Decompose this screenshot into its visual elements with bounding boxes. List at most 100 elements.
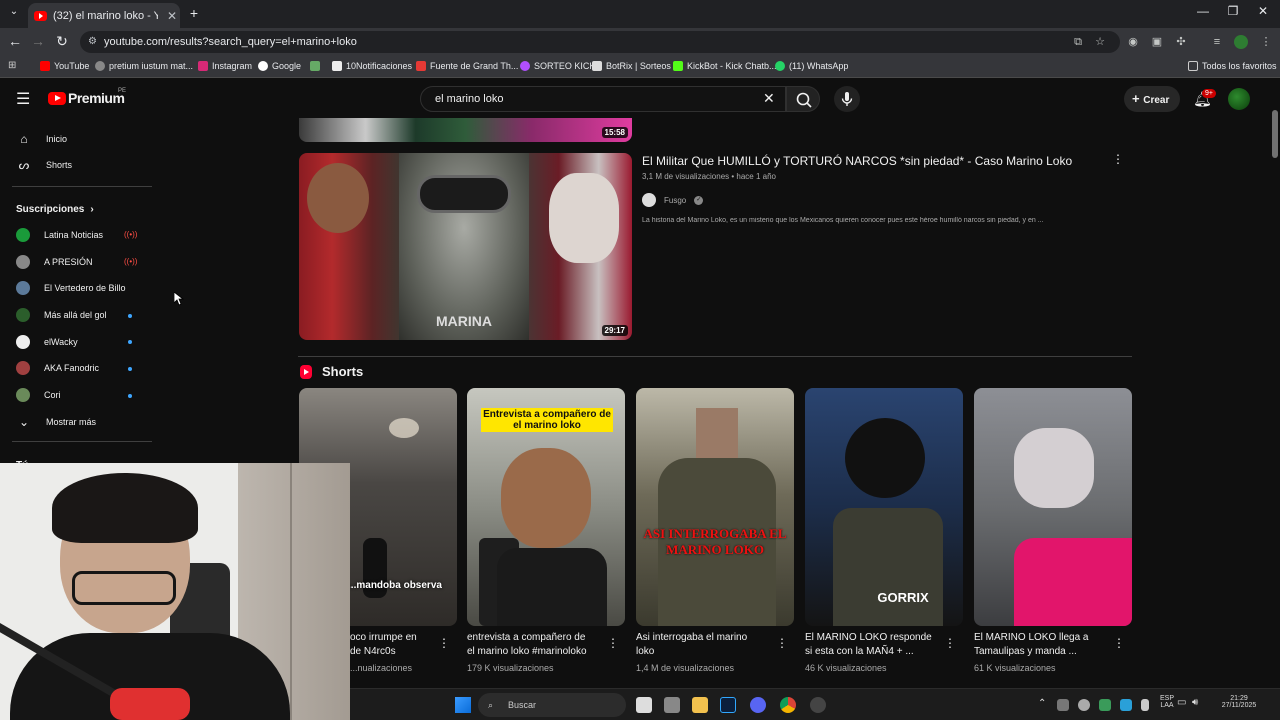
network-icon[interactable]: ▭ <box>1177 697 1186 708</box>
short-title[interactable]: Asi interrogaba el marino loko <box>636 631 786 659</box>
tab-search-button[interactable]: ⌄ <box>6 6 22 22</box>
youtube-premium-logo[interactable]: Premium <box>68 90 125 106</box>
video-menu-icon[interactable]: ⋮ <box>1112 152 1124 166</box>
browser-tab-youtube[interactable]: (32) el marino loko - YouTube ✕ <box>28 3 180 28</box>
subscription-item[interactable]: Cori <box>16 384 146 406</box>
create-button[interactable]: + Crear <box>1124 86 1180 112</box>
bookmark-star-icon[interactable]: ☆ <box>1092 34 1108 50</box>
photoshop-icon[interactable] <box>720 697 736 713</box>
short-thumbnail[interactable] <box>974 388 1132 626</box>
bookmark-generic-icon[interactable] <box>310 61 320 71</box>
windows-start-icon[interactable] <box>455 697 471 713</box>
hamburger-menu-icon[interactable]: ☰ <box>16 89 30 109</box>
close-tab-icon[interactable]: ✕ <box>164 9 180 23</box>
tab-title: (32) el marino loko - YouTube <box>53 9 158 22</box>
chrome-menu-icon[interactable]: ⋮ <box>1258 34 1274 50</box>
reload-icon[interactable]: ↻ <box>52 33 72 50</box>
tray-app-icon[interactable] <box>1120 699 1132 711</box>
install-app-icon[interactable]: ⧉ <box>1070 34 1086 50</box>
subscription-item[interactable]: elWacky <box>16 331 146 353</box>
onedrive-icon[interactable] <box>1078 699 1090 711</box>
short-thumbnail[interactable]: ASI INTERROGABA EL MARINO LOKO <box>636 388 794 626</box>
short-menu-icon[interactable]: ⋮ <box>1113 636 1125 650</box>
chrome-icon[interactable] <box>780 697 796 713</box>
volume-icon[interactable]: 🔊︎ <box>1192 697 1198 708</box>
discord-icon[interactable] <box>750 697 766 713</box>
short-menu-icon[interactable]: ⋮ <box>776 636 788 650</box>
subscription-item[interactable]: Más allá del gol <box>16 304 146 326</box>
subscription-item[interactable]: AKA Fanodric <box>16 357 146 379</box>
video-channel[interactable]: Fusgo ✓ <box>642 193 704 207</box>
site-info-icon[interactable]: ⚙ <box>88 31 97 53</box>
thumbnail-masked-face <box>549 173 619 263</box>
thumbnail-goggles <box>417 175 511 213</box>
restore-button[interactable]: ❐ <box>1218 4 1248 18</box>
clear-search-icon[interactable]: ✕ <box>763 90 775 107</box>
url-text: youtube.com/results?search_query=el+mari… <box>104 36 357 48</box>
bookmark-10notificaciones[interactable]: 10Notificaciones <box>332 61 412 71</box>
new-tab-button[interactable]: + <box>186 5 202 21</box>
shorts-logo-icon <box>300 364 312 379</box>
video-thumbnail-previous[interactable]: 15:58 <box>299 118 632 142</box>
tray-shield-icon[interactable] <box>1099 699 1111 711</box>
bookmark-kickbot[interactable]: KickBot - Kick Chatb... <box>673 61 777 71</box>
file-explorer-icon[interactable] <box>692 697 708 713</box>
subscriptions-header[interactable]: Suscripciones › <box>16 198 146 220</box>
short-menu-icon[interactable]: ⋮ <box>438 636 450 650</box>
short-menu-icon[interactable]: ⋮ <box>944 636 956 650</box>
extension-2-icon[interactable]: ▣ <box>1149 34 1165 50</box>
taskbar-search[interactable]: ⌕ Buscar <box>478 693 626 717</box>
page-scrollbar[interactable] <box>1270 80 1280 688</box>
subscription-item[interactable]: El Vertedero de Billo <box>16 277 146 299</box>
extensions-puzzle-icon[interactable]: ✣ <box>1173 34 1189 50</box>
short-thumbnail[interactable]: GORRIX <box>805 388 963 626</box>
media-controls-icon[interactable]: ≡ <box>1209 34 1225 50</box>
minimize-button[interactable]: — <box>1188 4 1218 18</box>
extension-icon[interactable]: ◉ <box>1125 34 1141 50</box>
search-button[interactable] <box>786 86 820 112</box>
show-more-button[interactable]: ⌄ Mostrar más <box>16 411 146 433</box>
scrollbar-thumb[interactable] <box>1272 110 1278 158</box>
bookmark-whatsapp[interactable]: (11) WhatsApp <box>775 61 848 71</box>
short-title[interactable]: El MARINO LOKO responde si esta con la MA… <box>805 631 955 659</box>
profile-avatar-icon[interactable] <box>1234 35 1248 49</box>
shorts-icon: ᔕ <box>18 158 30 172</box>
short-overlay-text: ASI INTERROGABA EL MARINO LOKO <box>643 526 787 557</box>
search-input[interactable]: el marino loko <box>420 86 786 112</box>
apps-grid-icon[interactable]: ⊞ <box>8 60 16 71</box>
bookmark-youtube[interactable]: YouTube <box>40 61 89 71</box>
short-menu-icon[interactable]: ⋮ <box>607 636 619 650</box>
voice-search-button[interactable] <box>834 86 860 112</box>
sidebar-item-shorts[interactable]: ᔕ Shorts <box>16 154 146 176</box>
tray-overflow-icon[interactable]: ⌃ <box>1038 698 1046 709</box>
tray-icon[interactable] <box>1057 699 1069 711</box>
short-title[interactable]: El MARINO LOKO llega a Tamaulipas y manda… <box>974 631 1124 659</box>
back-icon[interactable]: ← <box>5 33 25 49</box>
youtube-masthead: ☰ Premium PE el marino loko ✕ + Crear 🔔︎… <box>0 80 1270 118</box>
video-thumbnail[interactable]: MARINA 29:17 <box>299 153 632 340</box>
bookmark-botrix[interactable]: BotRix | Sorteos <box>592 61 671 71</box>
bookmark-grand-theft[interactable]: Fuente de Grand Th... <box>416 61 518 71</box>
account-avatar[interactable] <box>1228 88 1250 110</box>
forward-icon[interactable]: → <box>28 33 48 49</box>
bookmark-pretium[interactable]: pretium iustum mat... <box>95 61 193 71</box>
youtube-logo-icon[interactable] <box>48 92 66 105</box>
tray-mic-icon[interactable] <box>1141 699 1149 711</box>
bookmark-google[interactable]: Google <box>258 61 301 71</box>
clock[interactable]: 21:29 27/11/2025 <box>1214 695 1264 709</box>
webcam-mic-foam <box>110 688 190 720</box>
app-2-icon[interactable] <box>810 697 826 713</box>
webcam-person-hair <box>52 473 198 543</box>
close-window-button[interactable]: ✕ <box>1248 4 1278 18</box>
all-bookmarks-folder[interactable]: Todos los favoritos <box>1188 61 1277 71</box>
short-thumbnail[interactable]: Entrevista a compañero de el marino loko <box>467 388 625 626</box>
short-title[interactable]: entrevista a compañero de el marino loko … <box>467 631 617 659</box>
sidebar-item-home[interactable]: ⌂ Inicio <box>16 128 146 150</box>
browser-tab-strip: ⌄ (32) el marino loko - YouTube ✕ + — ❐ … <box>0 0 1280 28</box>
video-title[interactable]: El Militar Que HUMILLÓ y TORTURÓ NARCOS … <box>642 154 1102 168</box>
task-view-icon[interactable] <box>636 697 652 713</box>
address-bar[interactable]: ⚙ youtube.com/results?search_query=el+ma… <box>80 31 1120 53</box>
app-icon[interactable] <box>664 697 680 713</box>
bookmark-instagram[interactable]: Instagram <box>198 61 252 71</box>
bookmark-sorteo-kick[interactable]: SORTEO KICK <box>520 61 595 71</box>
